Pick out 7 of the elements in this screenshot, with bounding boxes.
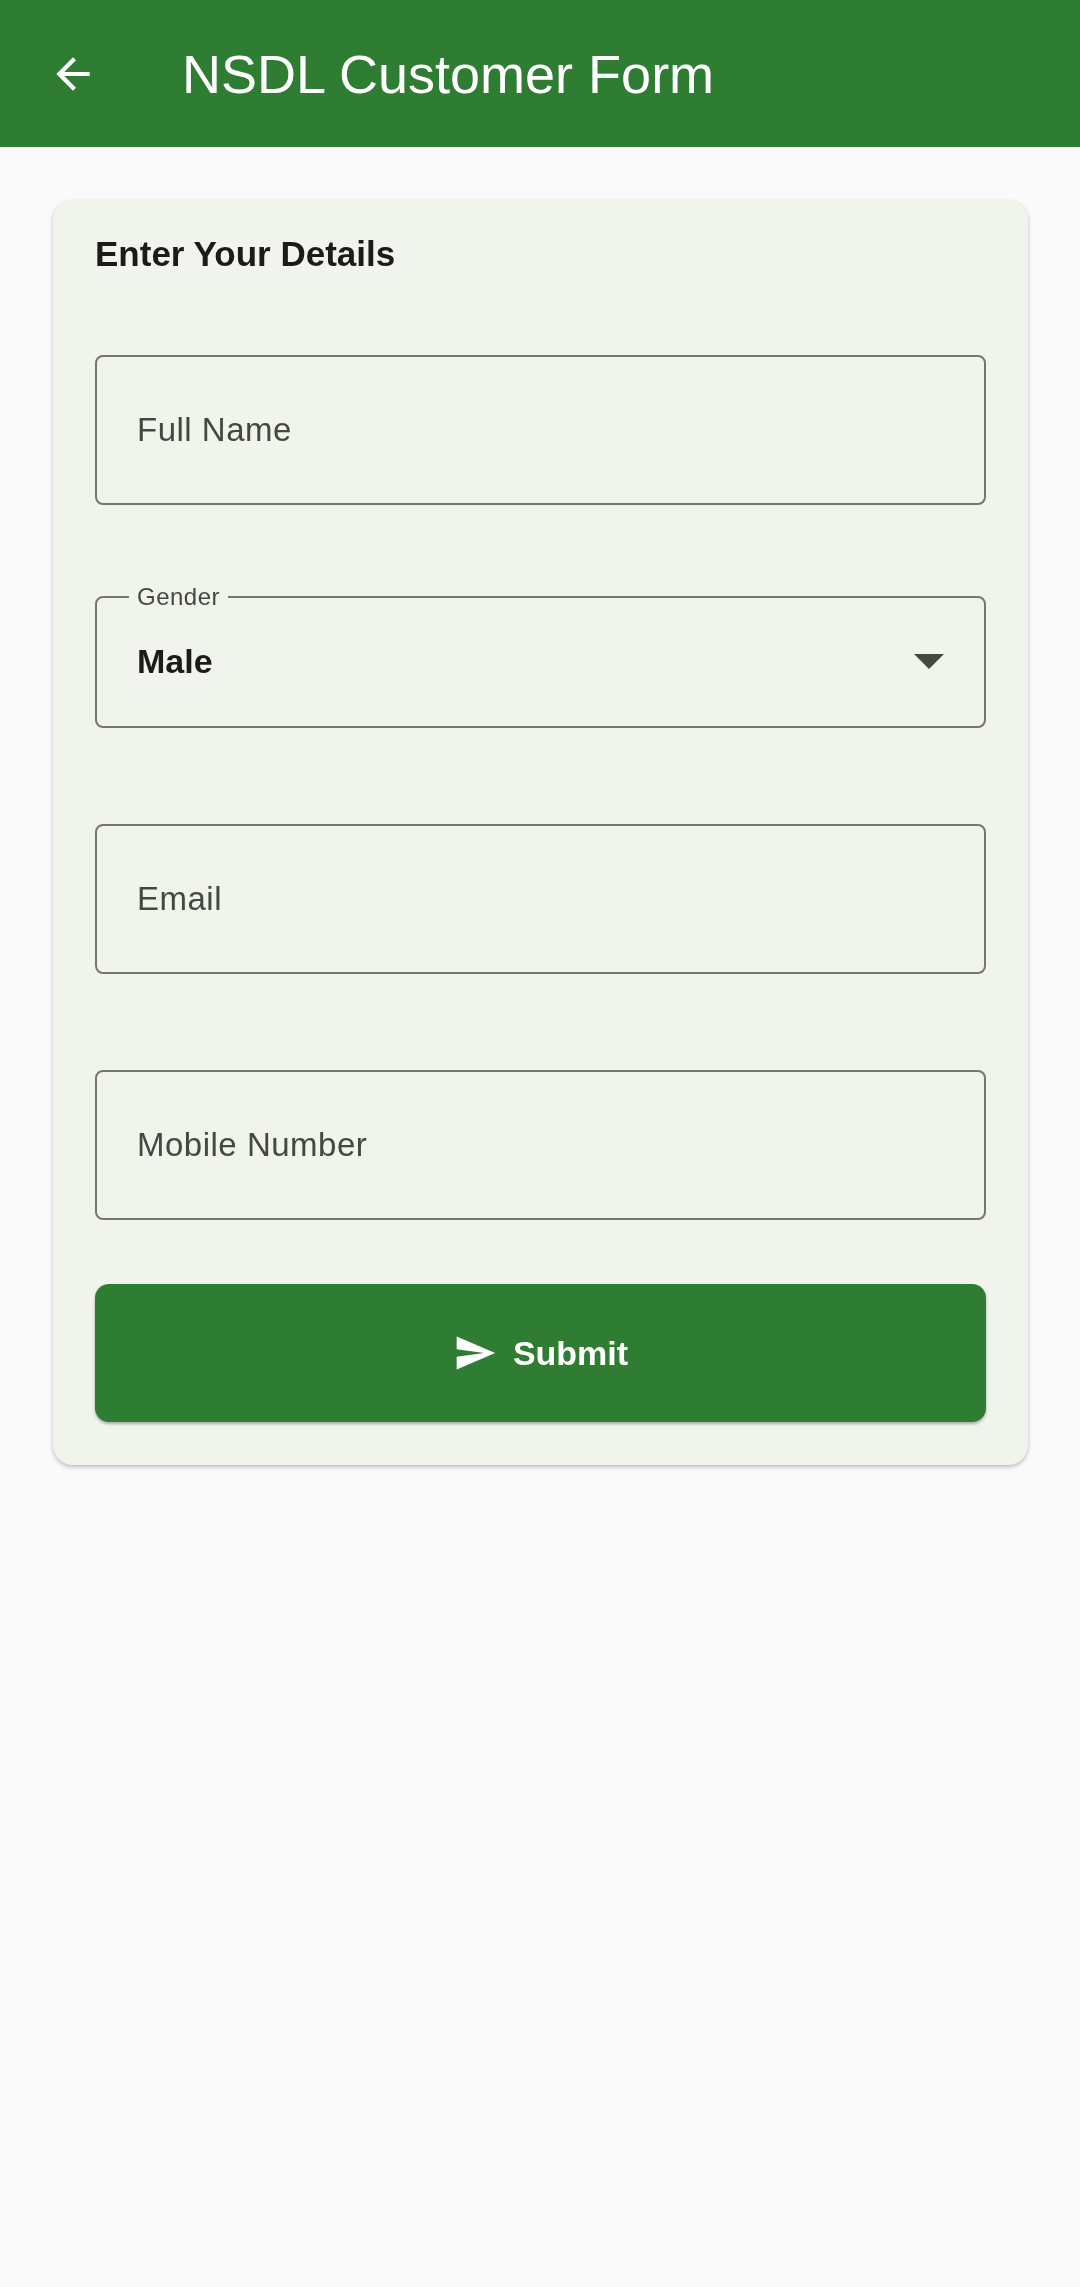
caret-icon xyxy=(914,653,944,670)
form-heading: Enter Your Details xyxy=(95,233,397,275)
text-field[interactable]: Email xyxy=(95,824,986,974)
app-title: NSDL Customer Form xyxy=(182,42,715,105)
text-field[interactable]: Mobile Number xyxy=(95,1070,986,1220)
submit-button[interactable]: Submit xyxy=(95,1284,986,1422)
text-field[interactable]: Full Name xyxy=(95,355,986,505)
